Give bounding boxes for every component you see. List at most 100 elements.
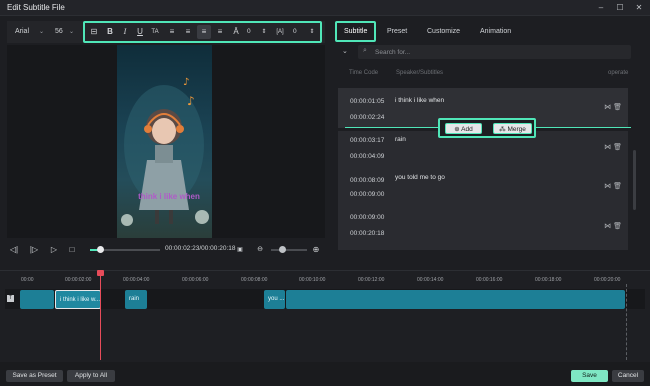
start-time[interactable]: 00:00:03:17 [350, 137, 384, 144]
subtitle-clip[interactable] [20, 290, 54, 309]
end-time[interactable]: 00:00:04:09 [350, 153, 384, 160]
ruler-tick: 00:00:08:00 [241, 277, 268, 283]
playhead-handle[interactable] [97, 270, 104, 276]
delete-icon[interactable]: 🗑 [613, 223, 622, 230]
time-ruler[interactable]: 00:00 00:00:02:00 00:00:04:00 00:00:06:0… [5, 275, 645, 289]
timeline-end-marker [626, 284, 627, 360]
progress-knob[interactable] [96, 246, 104, 253]
save-as-preset-button[interactable]: Save as Preset [6, 370, 63, 382]
subtitle-clip[interactable]: rain [125, 290, 147, 309]
save-button[interactable]: Save [571, 370, 608, 382]
header-subtitles: Speaker/Subtitles [396, 70, 444, 76]
delete-icon[interactable]: 🗑 [613, 104, 622, 111]
ruler-tick: 00:00:18:00 [535, 277, 562, 283]
zoom-knob[interactable] [279, 246, 286, 253]
format-highlight [83, 21, 322, 43]
ruler-tick: 00:00:04:00 [123, 277, 150, 283]
search-row: ⌄ ⌕ [338, 45, 631, 59]
search-input[interactable] [358, 45, 631, 59]
end-time[interactable]: 00:00:09:00 [350, 191, 384, 198]
subtitle-row[interactable]: 00:00:08:09 00:00:09:00 you told me to g… [338, 170, 628, 210]
merge-icon: ⁂ [499, 126, 506, 133]
subtitle-clip[interactable]: you ... [264, 290, 285, 309]
end-time[interactable]: 00:00:02:24 [350, 114, 384, 121]
delete-icon[interactable]: 🗑 [613, 144, 622, 151]
timecode: 00:00:02:23/00:00:20:18 [165, 245, 236, 252]
delete-icon[interactable]: 🗑 [613, 183, 622, 190]
add-button[interactable]: ⊕ Add [445, 123, 482, 134]
table-header: Time Code Speaker/Subtitles operate [338, 66, 631, 84]
subtitle-text[interactable]: you told me to go [395, 174, 445, 181]
tab-animation[interactable]: Animation [480, 28, 511, 35]
zoom-out-icon[interactable]: ⊖ [253, 243, 267, 257]
header-timecode: Time Code [349, 70, 379, 76]
window-title: Edit Subtitle File [7, 3, 65, 12]
prev-frame-icon[interactable]: ◁| [7, 243, 21, 257]
add-label: Add [461, 126, 473, 133]
minimize-icon[interactable]: – [595, 2, 607, 14]
maximize-icon[interactable]: ☐ [614, 2, 626, 14]
title-bar: Edit Subtitle File – ☐ ✕ [0, 0, 650, 16]
split-icon[interactable]: ⋈ [604, 183, 611, 190]
ruler-tick: 00:00:16:00 [476, 277, 503, 283]
playback-progress[interactable] [90, 246, 160, 253]
playhead[interactable] [97, 270, 104, 360]
row-actions: ⋈ 🗑 [604, 103, 622, 111]
ruler-tick: 00:00:14:00 [417, 277, 444, 283]
merge-button[interactable]: ⁂ Merge [493, 123, 532, 134]
stop-icon[interactable]: □ [65, 243, 79, 257]
playback-bar: ◁| |▷ ▷ □ 00:00:02:23/00:00:20:18 ▣ ⊖ ⊕ [7, 240, 325, 260]
tab-subtitle[interactable]: Subtitle [344, 28, 367, 35]
apply-to-all-button[interactable]: Apply to All [67, 370, 115, 382]
font-size-dropdown[interactable]: 56 ⌄ [51, 25, 77, 39]
chevron-down-icon: ⌄ [38, 29, 44, 35]
tab-customize[interactable]: Customize [427, 28, 460, 35]
zoom-in-icon[interactable]: ⊕ [309, 243, 323, 257]
add-merge-highlight: ⊕ Add ⁂ Merge [438, 118, 536, 138]
snapshot-icon[interactable]: ▣ [233, 243, 247, 257]
split-icon[interactable]: ⋈ [604, 223, 611, 230]
font-value: Arial [15, 28, 30, 35]
font-dropdown[interactable]: Arial ⌄ [11, 25, 47, 39]
split-icon[interactable]: ⋈ [604, 144, 611, 151]
plus-circle-icon: ⊕ [454, 126, 460, 133]
svg-text:♪: ♪ [187, 94, 195, 108]
zoom-slider[interactable] [271, 246, 307, 253]
subtitle-row[interactable]: 00:00:09:00 00:00:20:18 ⋈ 🗑 [338, 210, 628, 250]
subtitle-text[interactable]: i think i like when [395, 97, 444, 104]
row-actions: ⋈ 🗑 [604, 222, 622, 230]
subtitle-clip[interactable]: i think i like w... [55, 290, 101, 309]
next-frame-icon[interactable]: |▷ [27, 243, 41, 257]
girl-illustration: ♪ ♪ [121, 77, 209, 226]
ruler-tick: 00:00:12:00 [358, 277, 385, 283]
cancel-button[interactable]: Cancel [612, 370, 644, 382]
start-time[interactable]: 00:00:09:00 [350, 214, 384, 221]
list-scrollbar[interactable] [633, 150, 636, 210]
font-size-value: 56 [55, 28, 63, 35]
subtitle-list: 00:00:01:05 00:00:02:24 i think i like w… [338, 86, 631, 253]
track-lock-icon[interactable]: T [7, 295, 14, 302]
ruler-tick: 00:00:20:00 [594, 277, 621, 283]
header-operate: operate [608, 70, 629, 76]
start-time[interactable]: 00:00:01:05 [350, 98, 384, 105]
subtitle-overlay-text: think i like when [138, 192, 200, 201]
subtitle-text[interactable]: rain [395, 136, 406, 143]
end-time[interactable]: 00:00:20:18 [350, 230, 384, 237]
ruler-tick: 00:00:10:00 [299, 277, 326, 283]
ruler-tick: 00:00:06:00 [182, 277, 209, 283]
ruler-tick: 00:00:02:00 [65, 277, 92, 283]
tab-preset[interactable]: Preset [387, 28, 407, 35]
ruler-tick: 00:00 [21, 277, 34, 283]
row-actions: ⋈ 🗑 [604, 182, 622, 190]
start-time[interactable]: 00:00:08:09 [350, 177, 384, 184]
svg-text:♪: ♪ [183, 77, 189, 88]
chevron-down-icon[interactable]: ⌄ [342, 47, 348, 55]
split-icon[interactable]: ⋈ [604, 104, 611, 111]
chevron-down-icon: ⌄ [68, 29, 74, 35]
row-actions: ⋈ 🗑 [604, 143, 622, 151]
subtitle-clip[interactable] [286, 290, 625, 309]
merge-label: Merge [507, 126, 526, 133]
close-icon[interactable]: ✕ [633, 2, 645, 14]
play-icon[interactable]: ▷ [47, 243, 61, 257]
search-icon: ⌕ [363, 47, 367, 54]
